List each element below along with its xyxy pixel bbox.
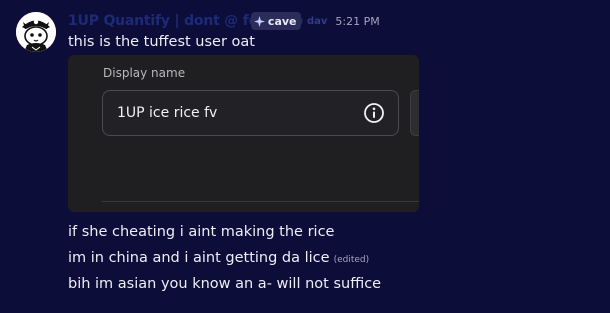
sparkle-icon	[253, 15, 265, 27]
pirate-cat-avatar-icon	[16, 12, 56, 52]
message-line-2: if she cheating i aint making the rice	[68, 224, 335, 240]
image-embed[interactable]: Display name 1UP ice rice fv	[68, 55, 419, 212]
message-header: 1UP Quantify | dont @ for help cave dav …	[68, 11, 380, 31]
cropped-side-field	[410, 90, 419, 136]
info-icon	[364, 103, 384, 123]
tag-ghost-text: dav	[303, 15, 328, 27]
display-name-field: 1UP ice rice fv	[102, 90, 399, 136]
message-line-3: im in china and i aint getting da lice	[68, 250, 330, 266]
timestamp[interactable]: 5:21 PM	[335, 15, 379, 28]
server-tag[interactable]: cave	[250, 12, 301, 30]
display-name-label: Display name	[103, 66, 186, 80]
message-line-3-row: im in china and i aint getting da lice (e…	[68, 248, 369, 270]
embed-divider	[102, 201, 419, 202]
message-line-1: this is the tuffest user oat	[68, 34, 255, 50]
edited-label: (edited)	[333, 255, 370, 265]
avatar[interactable]	[16, 12, 56, 52]
message-line-4: bih im asian you know an a- will not suf…	[68, 276, 382, 292]
display-name-value: 1UP ice rice fv	[117, 105, 218, 121]
server-tag-label: cave	[267, 14, 297, 28]
